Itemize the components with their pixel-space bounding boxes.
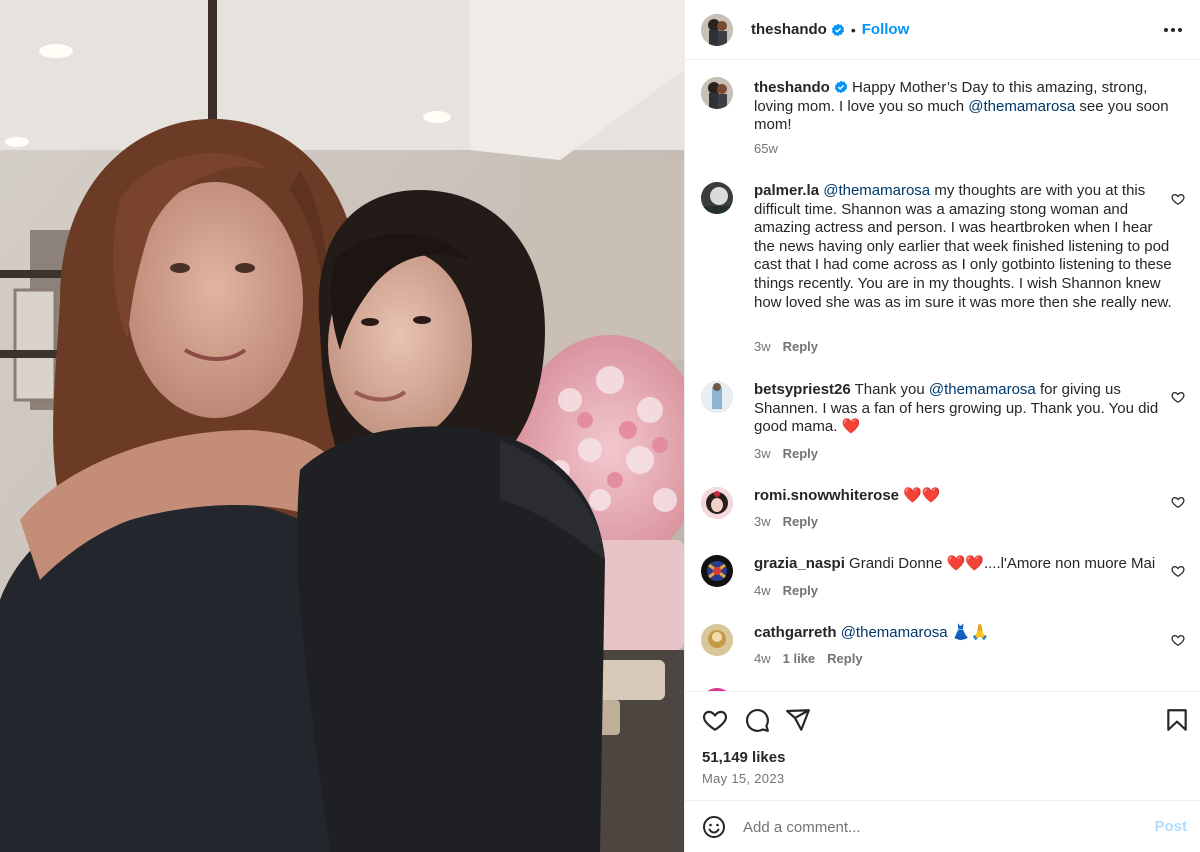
bookmark-icon[interactable] (1164, 707, 1190, 733)
comment-time[interactable]: 3w (754, 514, 771, 529)
comment-mention-link[interactable]: @themamarosa (823, 182, 930, 199)
like-count[interactable]: 51,149 likes (702, 749, 785, 766)
comment-meta: 3w Reply (754, 514, 818, 529)
comment-username[interactable]: cathgarreth (754, 624, 837, 641)
heart-icon[interactable] (1171, 633, 1185, 647)
avatar[interactable] (701, 381, 733, 413)
comment-username[interactable]: palmer.la (754, 182, 819, 199)
comment-text: palmer.la @themamarosa my thoughts are w… (754, 182, 1172, 312)
comment-time[interactable]: 4w (754, 651, 771, 666)
avatar[interactable] (701, 182, 733, 214)
post-comment-button[interactable]: Post (1154, 818, 1187, 835)
comment-username[interactable]: betsypriest26 (754, 381, 851, 398)
comment-meta: 3w Reply (754, 339, 818, 354)
comment-input[interactable] (743, 813, 1123, 841)
heart-icon[interactable] (1171, 564, 1185, 578)
comment-text: romi.snowwhiterose ❤️❤️ (754, 487, 1172, 506)
comment-text: betsypriest26 Thank you @themamarosa for… (754, 381, 1172, 437)
comment-time[interactable]: 3w (754, 446, 771, 461)
heart-icon[interactable] (702, 707, 728, 733)
reply-button[interactable]: Reply (827, 651, 862, 666)
caption-time[interactable]: 65w (754, 141, 778, 156)
comment-meta: 4w Reply (754, 583, 818, 598)
reply-button[interactable]: Reply (783, 514, 818, 529)
comment-meta: 3w Reply (754, 446, 818, 461)
comment-mention-link[interactable]: @themamarosa (841, 624, 948, 641)
caption-username[interactable]: theshando (754, 79, 830, 96)
avatar[interactable] (701, 555, 733, 587)
caption-mention-link[interactable]: @themamarosa (968, 98, 1075, 115)
comment-time[interactable]: 4w (754, 583, 771, 598)
comment-composer: Post (685, 800, 1200, 852)
comments-list[interactable]: theshando Happy Mother’s Day to this ama… (685, 61, 1200, 691)
comment-body: 👗🙏 (951, 624, 990, 641)
comment-icon[interactable] (744, 707, 770, 733)
heart-icon[interactable] (1171, 192, 1185, 206)
post-date[interactable]: May 15, 2023 (702, 771, 784, 786)
reply-button[interactable]: Reply (783, 339, 818, 354)
post-author-username[interactable]: theshando (751, 21, 827, 38)
comment-username[interactable]: romi.snowwhiterose (754, 487, 899, 504)
comment-like-count[interactable]: 1 like (783, 651, 816, 666)
comment-body-start: Thank you (854, 381, 925, 398)
post-photo (0, 0, 684, 852)
more-options-icon[interactable] (1161, 18, 1185, 42)
separator-dot: • (850, 21, 856, 38)
caption-text: theshando Happy Mother’s Day to this ama… (754, 79, 1172, 135)
reply-button[interactable]: Reply (783, 446, 818, 461)
comment-mention-link[interactable]: @themamarosa (929, 381, 1036, 398)
post-actions: 51,149 likes May 15, 2023 (685, 691, 1200, 799)
avatar[interactable] (701, 13, 733, 46)
reply-button[interactable]: Reply (783, 583, 818, 598)
comment-text: cathgarreth @themamarosa 👗🙏 (754, 624, 1172, 643)
verified-badge-icon (834, 80, 848, 94)
post-details-panel: theshando • Follow theshando Happy Mothe… (684, 0, 1200, 852)
heart-icon[interactable] (1171, 390, 1185, 404)
post-header: theshando • Follow (685, 0, 1200, 60)
comment-body: Grandi Donne ❤️❤️....l'Amore non muore M… (849, 555, 1156, 572)
comment-time[interactable]: 3w (754, 339, 771, 354)
share-icon[interactable] (785, 707, 811, 733)
follow-button[interactable]: Follow (862, 21, 910, 38)
emoji-icon[interactable] (702, 815, 726, 839)
caption-meta: 65w (754, 141, 778, 156)
heart-icon[interactable] (1171, 495, 1185, 509)
comment-text: grazia_naspi Grandi Donne ❤️❤️....l'Amor… (754, 555, 1172, 574)
avatar[interactable] (701, 77, 733, 109)
avatar[interactable] (701, 624, 733, 656)
comment-body: ❤️❤️ (903, 487, 941, 504)
verified-badge-icon (831, 23, 845, 37)
comment-username[interactable]: grazia_naspi (754, 555, 845, 572)
comment-body: my thoughts are with you at this difficu… (754, 182, 1172, 311)
avatar[interactable] (701, 487, 733, 519)
comment-meta: 4w 1 like Reply (754, 651, 863, 666)
